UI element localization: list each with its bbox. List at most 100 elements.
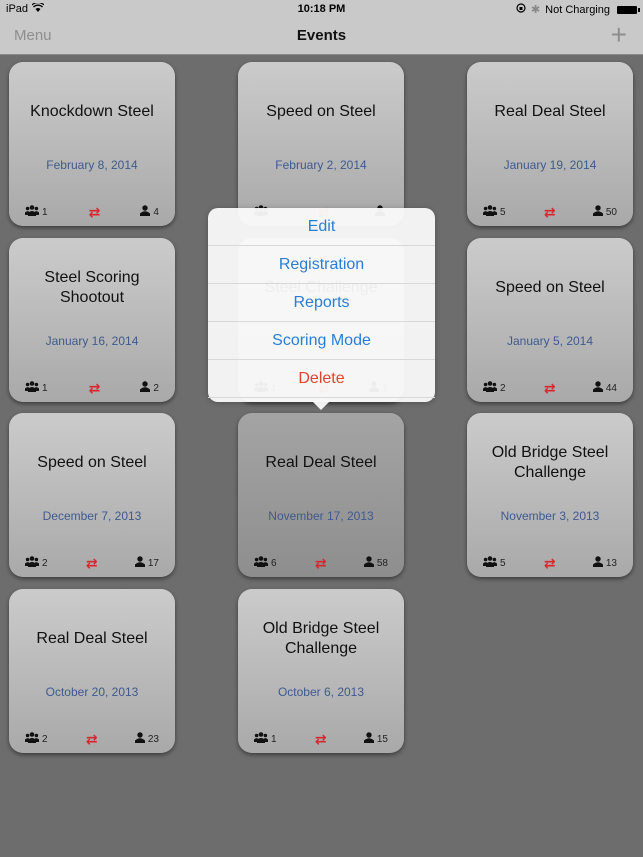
event-card[interactable]: Real Deal Steel November 17, 2013 6 ⇄ 58	[238, 413, 404, 577]
event-card[interactable]: Speed on Steel December 7, 2013 2 ⇄ 17	[9, 413, 175, 577]
shooters-count: 15	[376, 733, 388, 745]
event-title: Knockdown Steel	[30, 103, 154, 120]
event-date: January 5, 2014	[506, 334, 594, 348]
swap-icon[interactable]: ⇄	[86, 731, 98, 748]
swap-icon[interactable]: ⇄	[544, 555, 556, 572]
squads-count-group: 5	[483, 556, 506, 570]
event-title: Old Bridge Steel Challenge	[262, 620, 380, 657]
event-date: November 3, 2013	[500, 509, 600, 523]
battery-icon	[617, 5, 640, 14]
squads-count: 6	[271, 557, 277, 569]
squads-count-group: 2	[483, 381, 506, 395]
battery-status: Not Charging	[545, 3, 610, 16]
shooters-count: 13	[605, 557, 617, 569]
swap-icon[interactable]: ⇄	[544, 380, 556, 397]
shooters-count: 4	[153, 206, 159, 218]
popover-arrow	[312, 401, 330, 410]
shooter-icon	[363, 556, 374, 570]
event-date: January 19, 2014	[503, 158, 597, 172]
swap-icon[interactable]: ⇄	[315, 731, 327, 748]
shooter-icon	[140, 205, 151, 219]
event-date: October 6, 2013	[277, 685, 365, 699]
shooters-count-group: 23	[134, 732, 159, 746]
squads-count-group: 5	[483, 205, 506, 219]
shooters-count-group: 15	[363, 732, 388, 746]
popover-edit[interactable]: Edit	[208, 208, 435, 246]
event-card[interactable]: Speed on Steel January 5, 2014 2 ⇄ 44	[467, 238, 633, 402]
event-footer: 1 ⇄ 2	[25, 380, 159, 397]
event-title: Steel Scoring Shootout	[44, 269, 140, 306]
event-date: January 16, 2014	[45, 334, 139, 348]
squads-count-group: 1	[25, 381, 48, 395]
navigation-bar: Menu Events +	[0, 18, 643, 55]
event-footer: 5 ⇄ 13	[483, 555, 617, 572]
event-date: February 8, 2014	[46, 158, 138, 172]
squads-icon	[254, 732, 268, 746]
swap-icon[interactable]: ⇄	[89, 380, 101, 397]
swap-icon[interactable]: ⇄	[544, 204, 556, 221]
event-actions-popover: Edit Registration Reports Scoring Mode D…	[208, 208, 435, 410]
squads-count: 1	[42, 382, 48, 394]
event-card[interactable]: Old Bridge Steel Challenge October 6, 20…	[238, 589, 404, 753]
shooters-count-group: 13	[592, 556, 617, 570]
event-card[interactable]: Old Bridge Steel Challenge November 3, 2…	[467, 413, 633, 577]
event-footer: 2 ⇄ 23	[25, 731, 159, 748]
squads-icon	[483, 381, 497, 395]
shooters-count-group: 17	[134, 556, 159, 570]
squads-count: 2	[42, 557, 48, 569]
event-date: February 2, 2014	[275, 158, 367, 172]
event-title: Real Deal Steel	[36, 630, 148, 647]
event-footer: 2 ⇄ 17	[25, 555, 159, 572]
shooter-icon	[592, 556, 603, 570]
event-footer: 1 ⇄ 4	[25, 204, 159, 221]
squads-icon	[483, 556, 497, 570]
event-card[interactable]: Real Deal Steel October 20, 2013 2 ⇄ 23	[9, 589, 175, 753]
popover-reports[interactable]: Reports	[208, 284, 435, 322]
shooter-icon	[363, 732, 374, 746]
squads-count: 1	[42, 206, 48, 218]
event-card[interactable]: Steel Scoring Shootout January 16, 2014 …	[9, 238, 175, 402]
squads-icon	[25, 381, 39, 395]
shooter-icon	[134, 732, 145, 746]
event-footer: 5 ⇄ 50	[483, 204, 617, 221]
status-bar: iPad 10:18 PM ✱ Not Charging	[0, 0, 643, 18]
rotation-lock-icon	[516, 3, 526, 16]
add-event-button[interactable]: +	[611, 20, 627, 50]
squads-icon	[25, 205, 39, 219]
squads-icon	[25, 732, 39, 746]
shooters-count-group: 50	[592, 205, 617, 219]
event-card[interactable]: Speed on Steel February 2, 2014 ⇄	[238, 62, 404, 226]
shooters-count: 17	[147, 557, 159, 569]
shooters-count-group: 4	[140, 205, 159, 219]
popover-delete[interactable]: Delete	[208, 360, 435, 398]
shooters-count-group: 2	[140, 381, 159, 395]
popover-scoring-mode[interactable]: Scoring Mode	[208, 322, 435, 360]
swap-icon[interactable]: ⇄	[89, 204, 101, 221]
squads-count-group: 1	[25, 205, 48, 219]
squads-count: 1	[271, 733, 277, 745]
event-date: October 20, 2013	[45, 685, 139, 699]
squads-count: 5	[500, 206, 506, 218]
shooters-count-group: 58	[363, 556, 388, 570]
event-title: Real Deal Steel	[265, 454, 377, 471]
shooter-icon	[592, 205, 603, 219]
squads-count: 2	[500, 382, 506, 394]
shooter-icon	[140, 381, 151, 395]
squads-count-group: 2	[25, 556, 48, 570]
popover-registration[interactable]: Registration	[208, 246, 435, 284]
squads-icon	[254, 556, 268, 570]
shooters-count: 23	[147, 733, 159, 745]
shooters-count: 58	[376, 557, 388, 569]
plus-icon: +	[610, 19, 627, 50]
event-card[interactable]: Real Deal Steel January 19, 2014 5 ⇄ 50	[467, 62, 633, 226]
swap-icon[interactable]: ⇄	[315, 555, 327, 572]
swap-icon[interactable]: ⇄	[86, 555, 98, 572]
page-title: Events	[296, 27, 347, 44]
squads-count: 2	[42, 733, 48, 745]
event-title: Old Bridge Steel Challenge	[491, 444, 609, 481]
squads-icon	[483, 205, 497, 219]
squads-icon	[25, 556, 39, 570]
event-title: Real Deal Steel	[494, 103, 606, 120]
event-card[interactable]: Knockdown Steel February 8, 2014 1 ⇄ 4	[9, 62, 175, 226]
squads-count-group: 6	[254, 556, 277, 570]
